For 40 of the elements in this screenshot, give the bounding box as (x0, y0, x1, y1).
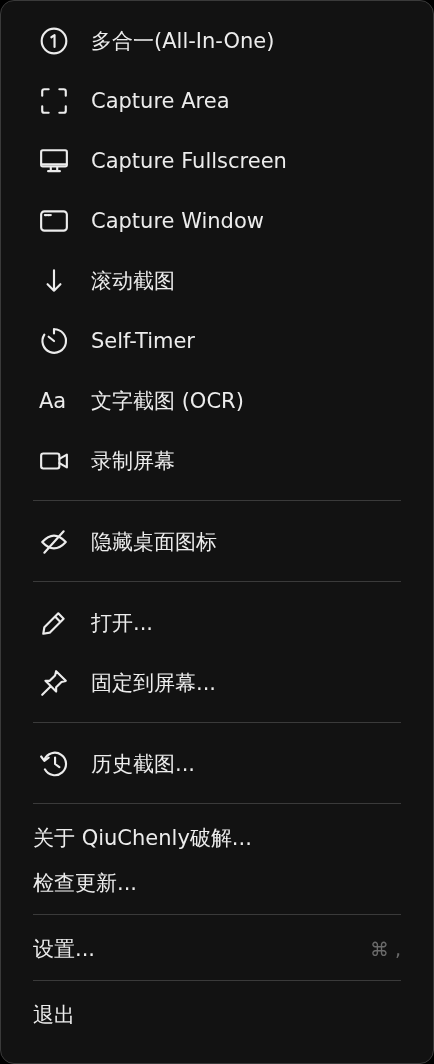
circled-one-icon (39, 26, 69, 56)
item-label: Self-Timer (91, 329, 195, 353)
menu-item[interactable]: Self-Timer (1, 311, 433, 371)
menu-item[interactable]: 录制屏幕 (1, 431, 433, 491)
menu-item[interactable]: 关于 QiuChenly破解... (1, 815, 433, 860)
item-label: 滚动截图 (91, 268, 175, 295)
menu-item[interactable]: 多合一(All-In-One) (1, 11, 433, 71)
menu-item[interactable]: 历史截图... (1, 734, 433, 794)
history-icon (39, 749, 69, 779)
menu-item[interactable]: 退出 (1, 992, 433, 1037)
menu-item[interactable]: 打开... (1, 593, 433, 653)
item-label: 文字截图 (OCR) (91, 388, 244, 415)
item-label: Capture Window (91, 209, 264, 233)
item-label: Capture Fullscreen (91, 149, 287, 173)
item-label: 历史截图... (91, 751, 196, 778)
pin-icon (39, 668, 69, 698)
item-label: 录制屏幕 (91, 448, 175, 475)
item-label: 固定到屏幕... (91, 670, 217, 697)
shortcut-hint: ⌘ , (369, 937, 401, 960)
menu-item[interactable]: Capture Window (1, 191, 433, 251)
menu-item[interactable]: 滚动截图 (1, 251, 433, 311)
item-label: 打开... (91, 610, 154, 637)
dashed-frame-icon (39, 86, 69, 116)
menu-item[interactable]: 固定到屏幕... (1, 653, 433, 713)
menu-item[interactable]: Capture Fullscreen (1, 131, 433, 191)
item-label: 关于 QiuChenly破解... (33, 824, 252, 852)
eye-slash-icon (39, 527, 69, 557)
timer-icon (39, 326, 69, 356)
menu-item[interactable]: 隐藏桌面图标 (1, 512, 433, 572)
menu-item[interactable]: Capture Area (1, 71, 433, 131)
item-label: 退出 (33, 1001, 75, 1029)
item-label: Capture Area (91, 89, 230, 113)
item-label: 检查更新... (33, 869, 138, 897)
item-label: 多合一(All-In-One) (91, 28, 275, 55)
item-label: 设置... (33, 935, 96, 963)
text-icon: Aa (39, 389, 73, 413)
menu-item[interactable]: Aa 文字截图 (OCR) (1, 371, 433, 431)
menu-item[interactable]: 设置... ⌘ , (1, 926, 433, 971)
item-label: 隐藏桌面图标 (91, 529, 217, 556)
menu-item[interactable]: 检查更新... (1, 860, 433, 905)
